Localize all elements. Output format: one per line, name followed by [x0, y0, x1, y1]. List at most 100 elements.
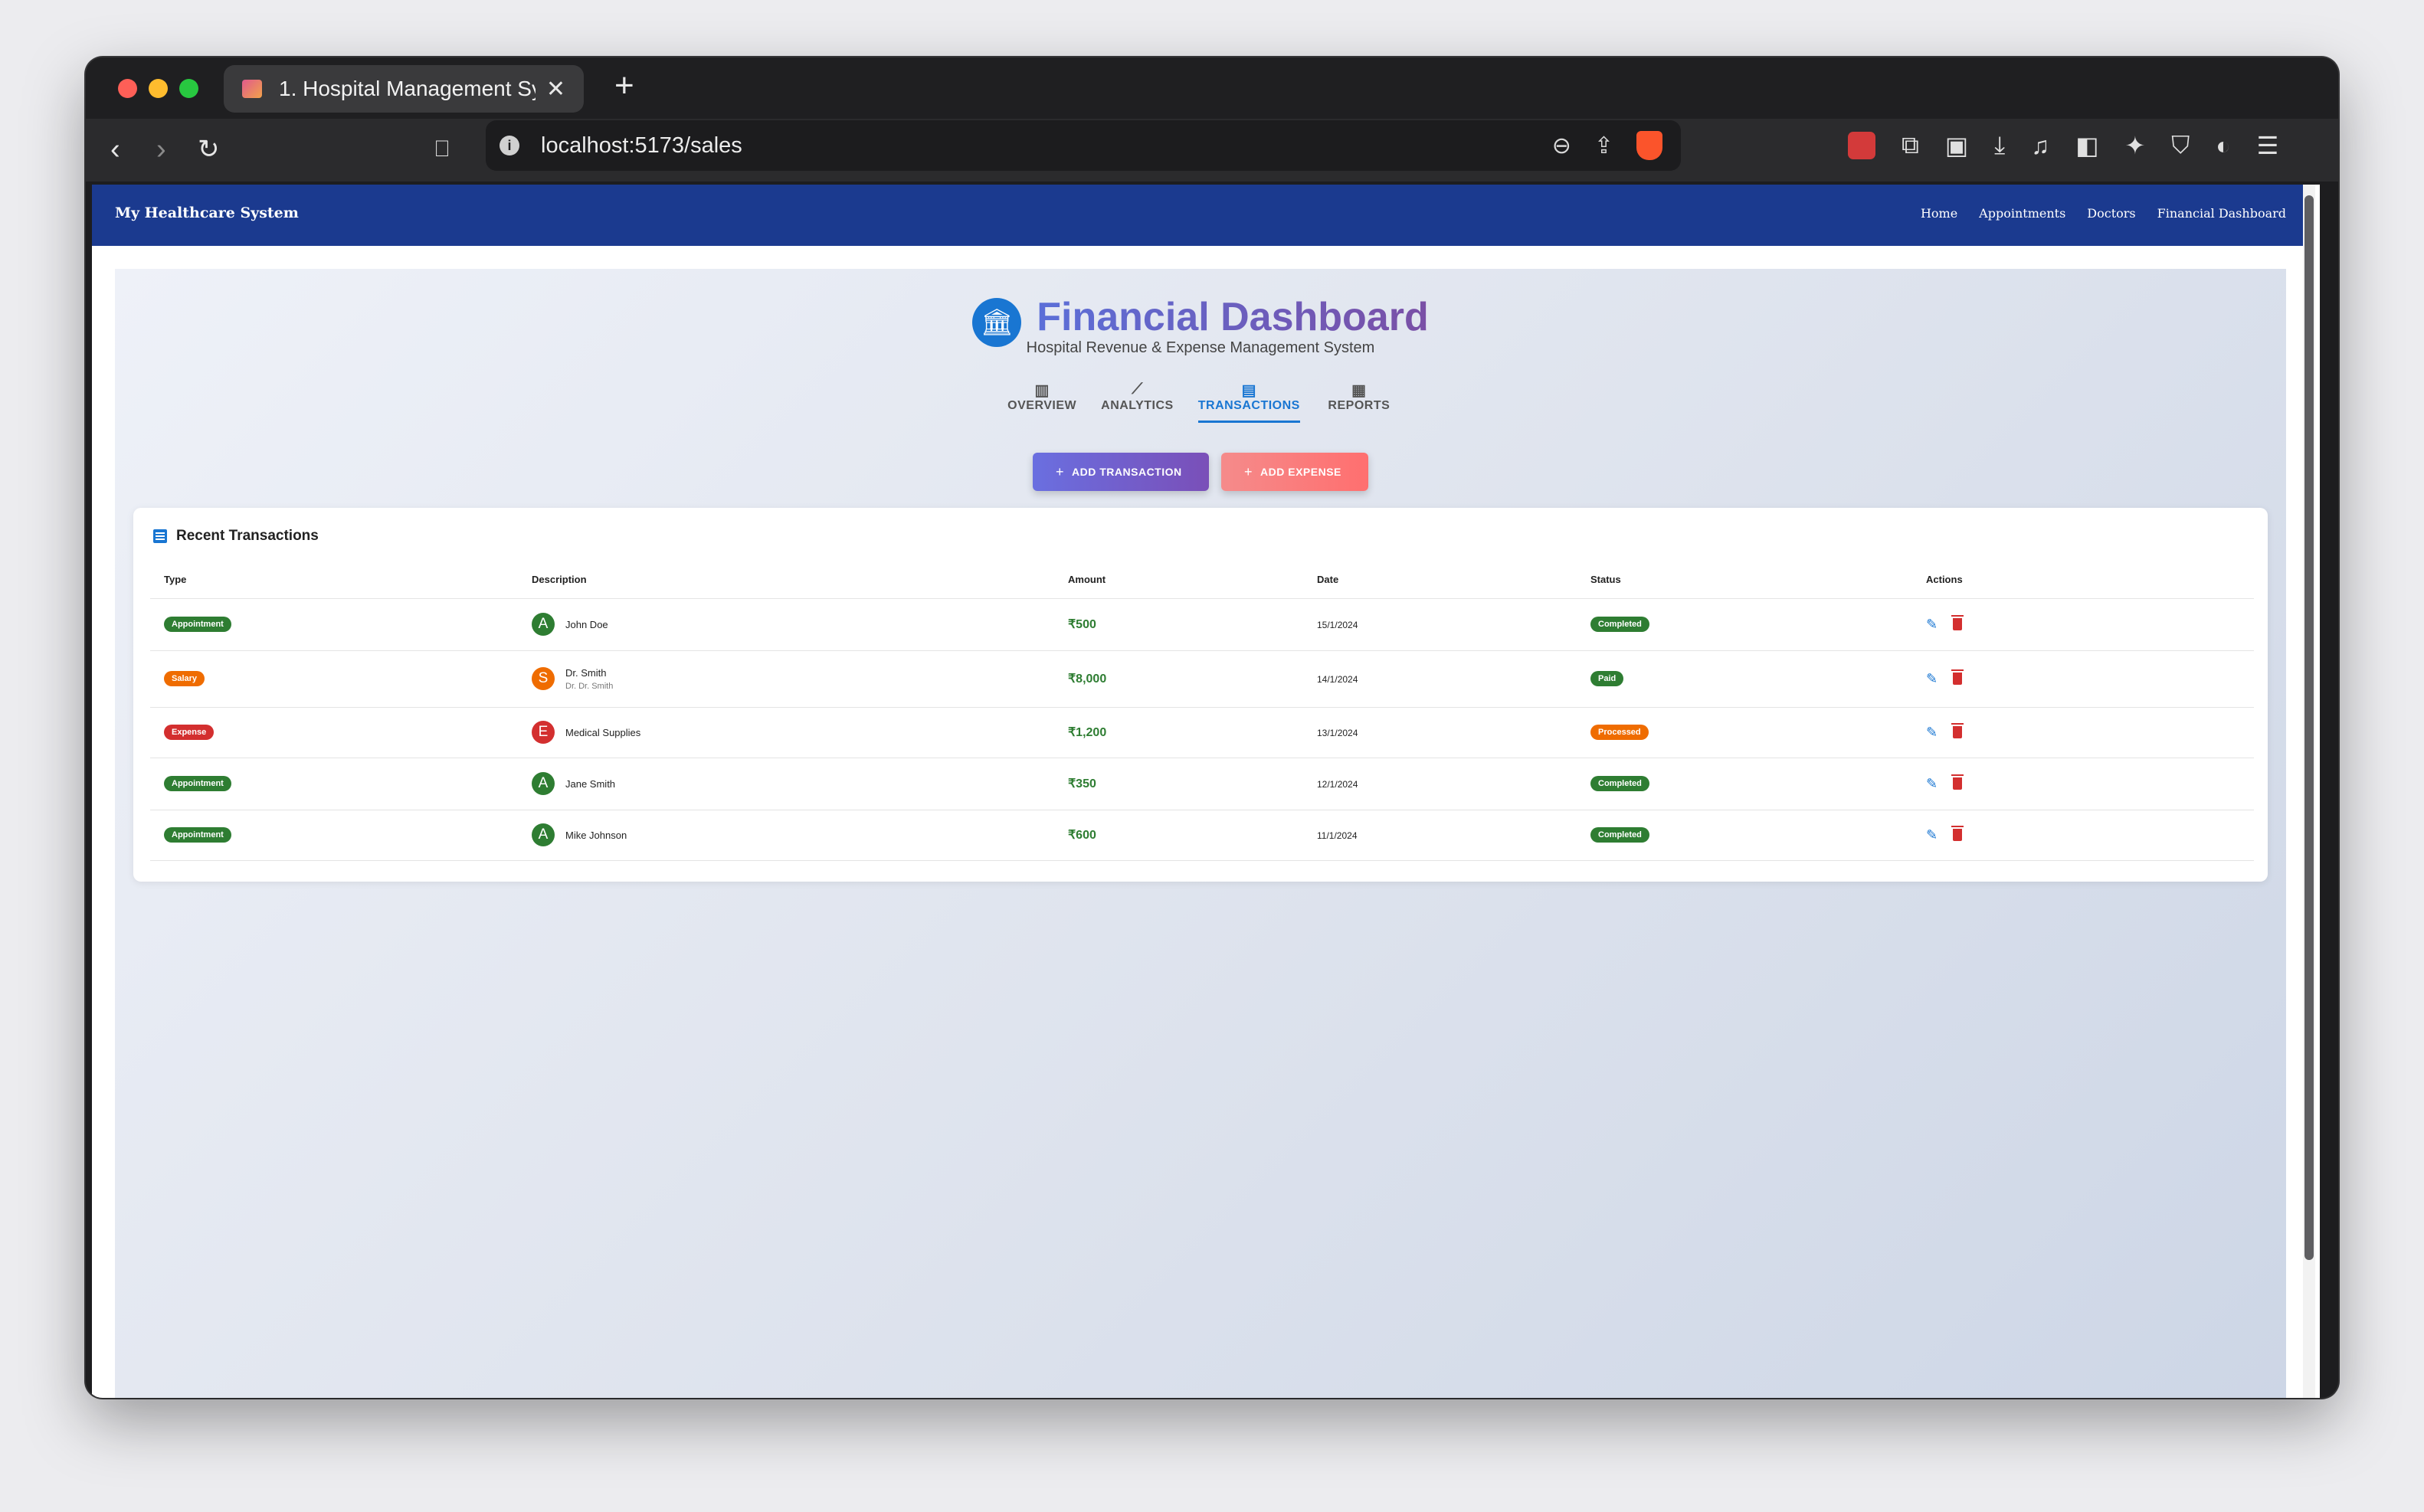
tab-reports[interactable]: ▦ REPORTS: [1325, 381, 1394, 423]
vpn-shield-icon[interactable]: ⛉: [2171, 131, 2190, 160]
type-badge: Appointment: [164, 827, 231, 843]
close-window-button[interactable]: [118, 79, 137, 98]
table-row[interactable]: Salary S Dr. Smith Dr. Dr. Smith ₹8,000 14/1/…: [150, 650, 2254, 708]
nav-link-financial-dashboard[interactable]: Financial Dashboard: [2157, 206, 2286, 221]
actions-cell: ✎: [1912, 810, 2254, 861]
table-row[interactable]: Expense E Medical Supplies ₹1,200 13/1/2024 P…: [150, 707, 2254, 758]
screenshot-icon[interactable]: ▣: [1945, 131, 1968, 160]
edit-icon[interactable]: ✎: [1926, 617, 1938, 633]
delete-icon[interactable]: [1951, 723, 1964, 738]
minimize-window-button[interactable]: [149, 79, 168, 98]
date-value: 14/1/2024: [1317, 673, 1358, 685]
column-header-description[interactable]: Description: [518, 561, 1054, 599]
nav-link-doctors[interactable]: Doctors: [2087, 206, 2135, 221]
date-value: 15/1/2024: [1317, 619, 1358, 630]
building-icon: ▦: [1351, 382, 1367, 399]
actions-cell: ✎: [1912, 598, 2254, 651]
sidebar-icon[interactable]: ◧: [2075, 131, 2098, 160]
ai-sparkle-icon[interactable]: ✦: [2124, 131, 2145, 160]
avatar: A: [532, 772, 555, 795]
amount-cell: ₹350: [1054, 758, 1303, 810]
tab-analytics[interactable]: ⟋ ANALYTICS: [1101, 381, 1174, 423]
share-icon[interactable]: ⇪: [1594, 133, 1613, 159]
actions-cell: ✎: [1912, 707, 2254, 758]
column-header-status[interactable]: Status: [1577, 561, 1912, 599]
brave-shield-icon[interactable]: [1636, 131, 1662, 160]
tab-overview[interactable]: ▥ OVERVIEW: [1007, 381, 1076, 423]
avatar: A: [532, 613, 555, 636]
status-badge: Completed: [1590, 617, 1649, 632]
list-icon: ▤: [1241, 382, 1256, 399]
forward-icon[interactable]: ›: [156, 133, 166, 166]
zoom-out-icon[interactable]: ⊖: [1552, 133, 1571, 159]
edit-icon[interactable]: ✎: [1926, 725, 1938, 741]
delete-icon[interactable]: [1951, 615, 1964, 630]
amount-cell: ₹8,000: [1054, 650, 1303, 708]
status-cell: Completed: [1577, 810, 1912, 861]
table-row[interactable]: Appointment A John Doe ₹500 15/1/2024 Complet…: [150, 598, 2254, 651]
new-tab-button[interactable]: +: [614, 67, 634, 105]
column-header-amount[interactable]: Amount: [1054, 561, 1303, 599]
puzzle-extension-icon[interactable]: ⧉: [1902, 131, 1919, 160]
description-name: John Doe: [565, 618, 608, 630]
type-badge: Salary: [164, 671, 205, 686]
scrollbar-thumb[interactable]: [2304, 195, 2314, 1260]
amount-value: ₹1,200: [1068, 726, 1107, 739]
download-icon[interactable]: ⤓: [1994, 131, 2005, 160]
status-cell: Completed: [1577, 598, 1912, 651]
date-value: 11/1/2024: [1317, 830, 1358, 841]
reload-icon[interactable]: ↻: [198, 133, 220, 166]
edit-icon[interactable]: ✎: [1926, 671, 1938, 687]
column-header-date[interactable]: Date: [1303, 561, 1577, 599]
delete-icon[interactable]: [1951, 774, 1964, 790]
edit-icon[interactable]: ✎: [1926, 827, 1938, 843]
menu-icon[interactable]: ☰: [2257, 131, 2279, 160]
type-cell: Salary: [150, 650, 518, 708]
description-name: Dr. Smith: [565, 666, 607, 679]
maximize-window-button[interactable]: [179, 79, 198, 98]
nav-link-appointments[interactable]: Appointments: [1979, 206, 2065, 221]
avatar: S: [532, 667, 555, 690]
extensions-bar: ⧉ ▣ ⤓ ♫ ◧ ✦ ⛉ ◐ ☰: [1848, 131, 2278, 160]
table-row[interactable]: Appointment A Jane Smith ₹350 12/1/2024 Compl…: [150, 758, 2254, 810]
extension-red-icon[interactable]: [1848, 132, 1875, 159]
address-bar-actions: ⊖ ⇪: [1552, 131, 1662, 160]
column-header-actions: Actions: [1912, 561, 2254, 599]
edit-icon[interactable]: ✎: [1926, 776, 1938, 792]
favicon-icon: [242, 80, 262, 98]
bookmark-icon[interactable]: ⎕: [435, 133, 449, 166]
delete-icon[interactable]: [1951, 669, 1964, 685]
delete-icon[interactable]: [1951, 826, 1964, 841]
card-title: Recent Transactions: [153, 528, 319, 545]
status-cell: Processed: [1577, 707, 1912, 758]
bar-chart-icon: ▥: [1034, 382, 1050, 399]
actions-cell: ✎: [1912, 650, 2254, 708]
add-expense-button[interactable]: + ADD EXPENSE: [1221, 453, 1368, 491]
back-icon[interactable]: ‹: [110, 133, 120, 166]
profile-icon[interactable]: ◐: [2216, 132, 2230, 160]
status-cell: Paid: [1577, 650, 1912, 708]
nav-link-home[interactable]: Home: [1921, 206, 1957, 221]
add-transaction-button[interactable]: + ADD TRANSACTION: [1033, 453, 1209, 491]
page-scrollbar[interactable]: [2303, 185, 2315, 1398]
column-header-type[interactable]: Type: [150, 561, 518, 599]
status-badge: Paid: [1590, 671, 1624, 686]
url-text[interactable]: localhost:5173/sales: [541, 133, 742, 159]
browser-tab[interactable]: 1. Hospital Management Syste ✕: [224, 65, 584, 113]
transactions-card: Recent Transactions Type Description Amo…: [133, 508, 2268, 882]
date-cell: 14/1/2024: [1303, 650, 1577, 708]
plus-icon: +: [1056, 463, 1065, 479]
tab-title: 1. Hospital Management Syste: [279, 77, 536, 100]
music-icon[interactable]: ♫: [2031, 132, 2049, 160]
actions-cell: ✎: [1912, 758, 2254, 810]
address-bar[interactable]: i localhost:5173/sales ⊖ ⇪: [486, 120, 1681, 171]
description-cell: A Mike Johnson: [518, 810, 1054, 861]
date-cell: 13/1/2024: [1303, 707, 1577, 758]
description-cell: E Medical Supplies: [518, 707, 1054, 758]
tab-close-icon[interactable]: ✕: [546, 76, 565, 103]
status-badge: Completed: [1590, 827, 1649, 843]
site-info-icon[interactable]: i: [500, 136, 519, 155]
brand-title[interactable]: My Healthcare System: [115, 205, 299, 221]
table-row[interactable]: Appointment A Mike Johnson ₹600 11/1/2024 Com…: [150, 810, 2254, 861]
tab-transactions[interactable]: ▤ TRANSACTIONS: [1197, 381, 1300, 423]
